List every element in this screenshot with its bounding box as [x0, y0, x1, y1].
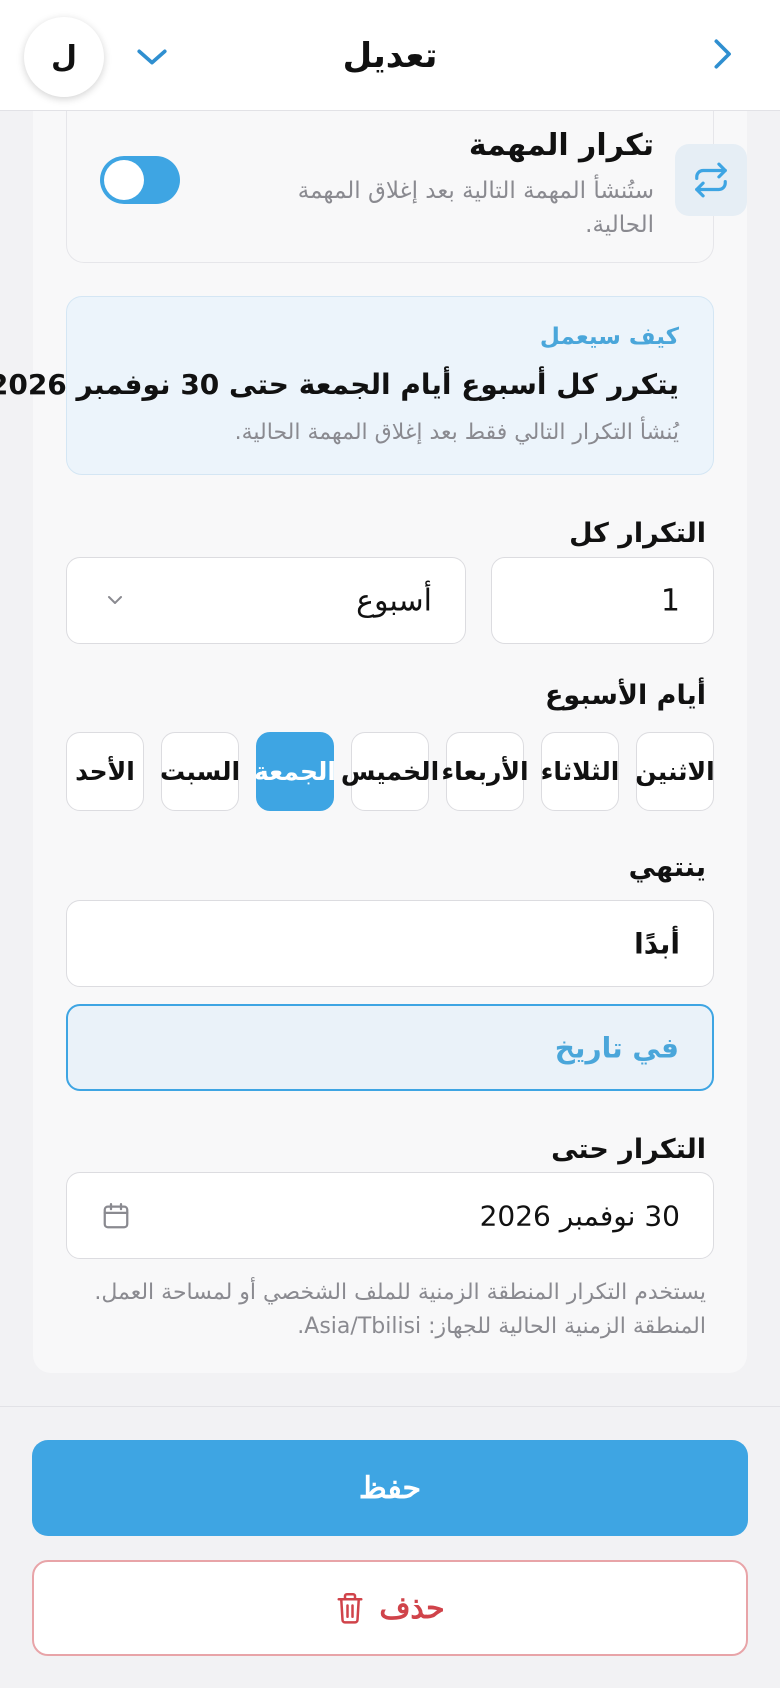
chevron-down-icon[interactable] — [132, 40, 172, 74]
weekday-tuesday[interactable]: الثلاثاء — [541, 732, 619, 811]
weekday-selector: الاثنين الثلاثاء الأربعاء الخميس الجمعة … — [66, 732, 715, 811]
interval-count-input[interactable]: 1 — [491, 557, 714, 644]
weekday-monday[interactable]: الاثنين — [635, 732, 715, 811]
repeat-task-title: تكرار المهمة — [468, 128, 654, 163]
weekday-sunday[interactable]: الأحد — [66, 732, 144, 811]
repeat-until-date-value: 30 نوفمبر 2026 — [479, 1199, 680, 1232]
trash-icon — [335, 1591, 365, 1625]
how-it-works-label: كيف سيعمل — [539, 324, 679, 350]
repeat-task-description: ستُنشأ المهمة التالية بعد إغلاق المهمة ا… — [297, 178, 654, 238]
interval-label: التكرار كل — [569, 518, 706, 549]
repeat-toggle[interactable] — [100, 156, 180, 204]
weekday-wednesday[interactable]: الأربعاء — [441, 732, 529, 811]
ends-never-option[interactable]: أبدًا — [66, 900, 714, 987]
save-button[interactable]: حفظ — [32, 1440, 748, 1536]
calendar-icon — [101, 1201, 131, 1231]
weekday-friday[interactable]: الجمعة — [254, 732, 336, 811]
interval-unit-value: أسبوع — [356, 583, 432, 618]
weekday-saturday[interactable]: السبت — [160, 732, 240, 811]
delete-button[interactable]: حذف — [32, 1560, 748, 1656]
footer-divider — [0, 1406, 780, 1407]
weekday-thursday[interactable]: الخميس — [341, 732, 439, 811]
ends-label: ينتهي — [628, 852, 706, 883]
weekdays-label: أيام الأسبوع — [544, 680, 706, 711]
interval-unit-select[interactable]: أسبوع — [66, 557, 466, 644]
how-it-works-note: يُنشأ التكرار التالي فقط بعد إغلاق المهم… — [234, 420, 679, 445]
page-title: تعديل — [342, 36, 438, 76]
delete-label: حذف — [379, 1591, 445, 1625]
how-it-works-summary: يتكرر كل أسبوع أيام الجمعة حتى 30 نوفمبر… — [0, 368, 679, 401]
ends-on-date-option[interactable]: في تاريخ — [66, 1004, 714, 1091]
top-bar: تعديل ل — [0, 0, 780, 111]
ends-on-date-label: في تاريخ — [554, 1031, 679, 1064]
ends-never-label: أبدًا — [634, 927, 680, 960]
toggle-knob — [104, 160, 144, 200]
avatar[interactable]: ل — [24, 17, 104, 97]
repeat-icon — [675, 144, 747, 216]
repeat-until-date-input[interactable]: 30 نوفمبر 2026 — [66, 1172, 714, 1259]
repeat-until-label: التكرار حتى — [551, 1134, 706, 1165]
chevron-down-icon — [103, 588, 127, 612]
interval-count-value: 1 — [660, 583, 680, 618]
timezone-note: يستخدم التكرار المنطقة الزمنية للملف الش… — [94, 1280, 706, 1339]
